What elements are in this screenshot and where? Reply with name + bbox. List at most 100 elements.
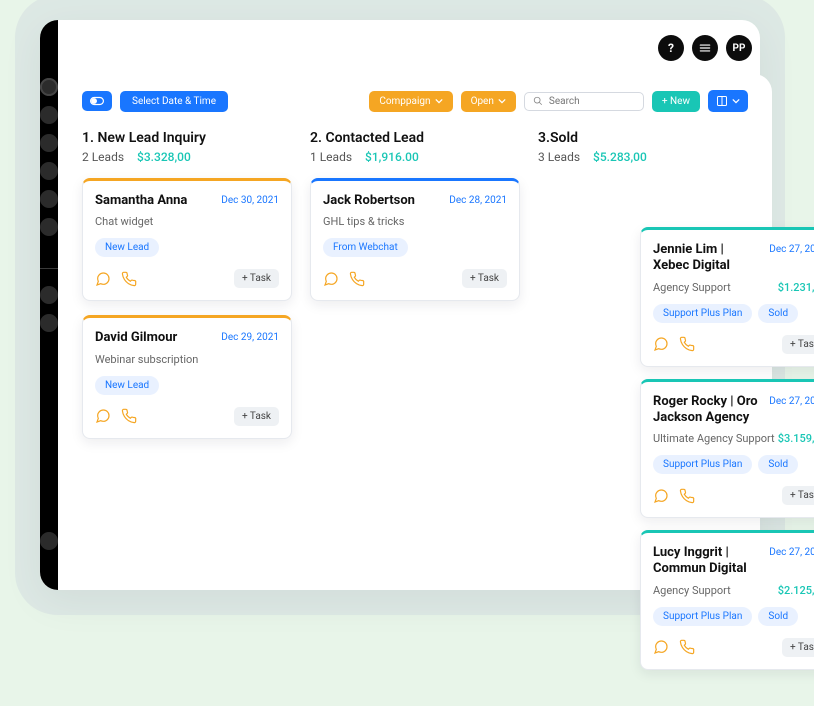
menu-button[interactable] [692,35,718,61]
column-title: 3.Sold [538,130,748,146]
sidebar-item-3[interactable] [40,134,58,152]
lead-card[interactable]: Jack Robertson Dec 28, 2021 GHL tips & t… [310,178,520,301]
add-task-button[interactable]: + Task [782,335,814,354]
menu-icon [698,41,712,55]
card-amount: $1.231,00 [778,281,814,294]
card-name: Jack Robertson [323,193,415,209]
open-dropdown[interactable]: Open [461,91,516,112]
card-desc: GHL tips & tricks [323,215,404,228]
add-task-button[interactable]: + Task [782,638,814,657]
phone-icon[interactable] [349,271,365,287]
card-amount: $2.125,00 [778,584,814,597]
select-date-button[interactable]: Select Date & Time [120,91,228,112]
card-name: Samantha Anna [95,193,187,209]
column-amount: $3.328,00 [137,150,191,164]
app-frame: ? PP Select Date & Time Comppaign Open [40,20,760,590]
add-task-button[interactable]: + Task [234,407,279,426]
toggle-view-button[interactable] [82,91,112,111]
card-desc: Agency Support [653,281,731,294]
column-amount: $1,916.00 [365,150,419,164]
column-amount: $5.283,00 [593,150,647,164]
lead-card[interactable]: Roger Rocky | Oro Jackson Agency Dec 27,… [640,379,814,519]
phone-icon[interactable] [679,639,695,655]
sidebar-item-2[interactable] [40,106,58,124]
card-tag: Sold [758,607,798,626]
sidebar-item-7[interactable] [40,286,58,304]
column-lead-count: 1 Leads [310,150,352,164]
card-name: Roger Rocky | Oro Jackson Agency [653,394,761,427]
card-amount: $3.159,00 [778,432,814,445]
phone-icon[interactable] [121,271,137,287]
lead-card[interactable]: Jennie Lim | Xebec Digital Dec 27, 2021 … [640,227,814,367]
avatar[interactable]: PP [726,35,752,61]
sidebar-nav [40,20,58,590]
card-tag: Support Plus Plan [653,607,752,626]
chat-icon[interactable] [653,336,669,352]
card-tag: New Lead [95,376,159,395]
chat-icon[interactable] [95,408,111,424]
card-date: Dec 30, 2021 [221,195,279,206]
help-button[interactable]: ? [658,35,684,61]
card-name: David Gilmour [95,330,177,346]
top-bar: ? PP [58,20,772,76]
card-desc: Webinar subscription [95,353,198,366]
card-tag: New Lead [95,238,159,257]
card-desc: Agency Support [653,584,731,597]
sidebar-item-settings[interactable] [40,532,58,550]
card-desc: Chat widget [95,215,153,228]
card-tag: From Webchat [323,238,408,257]
open-label: Open [471,96,494,107]
lead-card[interactable]: Lucy Inggrit | Commun Digital Dec 27, 20… [640,530,814,670]
add-task-button[interactable]: + Task [462,269,507,288]
lead-card[interactable]: David Gilmour Dec 29, 2021 Webinar subsc… [82,315,292,438]
column-lead-count: 3 Leads [538,150,580,164]
phone-icon[interactable] [121,408,137,424]
sidebar-item-1[interactable] [40,78,58,96]
lead-card[interactable]: Samantha Anna Dec 30, 2021 Chat widget N… [82,178,292,301]
search-icon [533,96,543,106]
kanban-column: 1. New Lead Inquiry 2 Leads $3.328,00 Sa… [82,130,292,439]
add-task-button[interactable]: + Task [234,269,279,288]
columns-icon [716,95,728,107]
avatar-initials: PP [733,43,746,54]
chevron-down-icon [732,97,740,105]
phone-icon[interactable] [679,336,695,352]
column-lead-count: 2 Leads [82,150,124,164]
chevron-down-icon [435,97,443,105]
sidebar-item-5[interactable] [40,190,58,208]
card-date: Dec 27, 2021 [769,396,814,407]
chat-icon[interactable] [653,639,669,655]
column-title: 2. Contacted Lead [310,130,520,146]
help-icon: ? [668,41,674,55]
campaign-label: Comppaign [379,96,430,107]
phone-icon[interactable] [679,488,695,504]
card-tag: Sold [758,455,798,474]
card-date: Dec 27, 2021 [769,547,814,558]
toolbar: Select Date & Time Comppaign Open + New [82,90,748,112]
card-tag: Support Plus Plan [653,455,752,474]
add-task-button[interactable]: + Task [782,486,814,505]
sidebar-item-6[interactable] [40,218,58,236]
kanban-column-overflow: Jennie Lim | Xebec Digital Dec 27, 2021 … [640,215,814,670]
card-date: Dec 28, 2021 [449,195,507,206]
search-input[interactable] [549,96,635,107]
card-tag: Support Plus Plan [653,304,752,323]
column-title: 1. New Lead Inquiry [82,130,292,146]
chevron-down-icon [498,97,506,105]
sidebar-item-8[interactable] [40,314,58,332]
chat-icon[interactable] [653,488,669,504]
card-date: Dec 27, 2021 [769,244,814,255]
card-name: Jennie Lim | Xebec Digital [653,242,761,275]
new-button[interactable]: + New [652,91,700,112]
chat-icon[interactable] [95,271,111,287]
layout-button[interactable] [708,90,748,112]
chat-icon[interactable] [323,271,339,287]
card-name: Lucy Inggrit | Commun Digital [653,545,761,578]
card-desc: Ultimate Agency Support [653,432,775,445]
sidebar-item-4[interactable] [40,162,58,180]
campaign-dropdown[interactable]: Comppaign [369,91,452,112]
card-date: Dec 29, 2021 [221,332,279,343]
kanban-column: 2. Contacted Lead 1 Leads $1,916.00 Jack… [310,130,520,439]
search-input-wrap[interactable] [524,92,644,111]
toggle-icon [90,96,104,106]
